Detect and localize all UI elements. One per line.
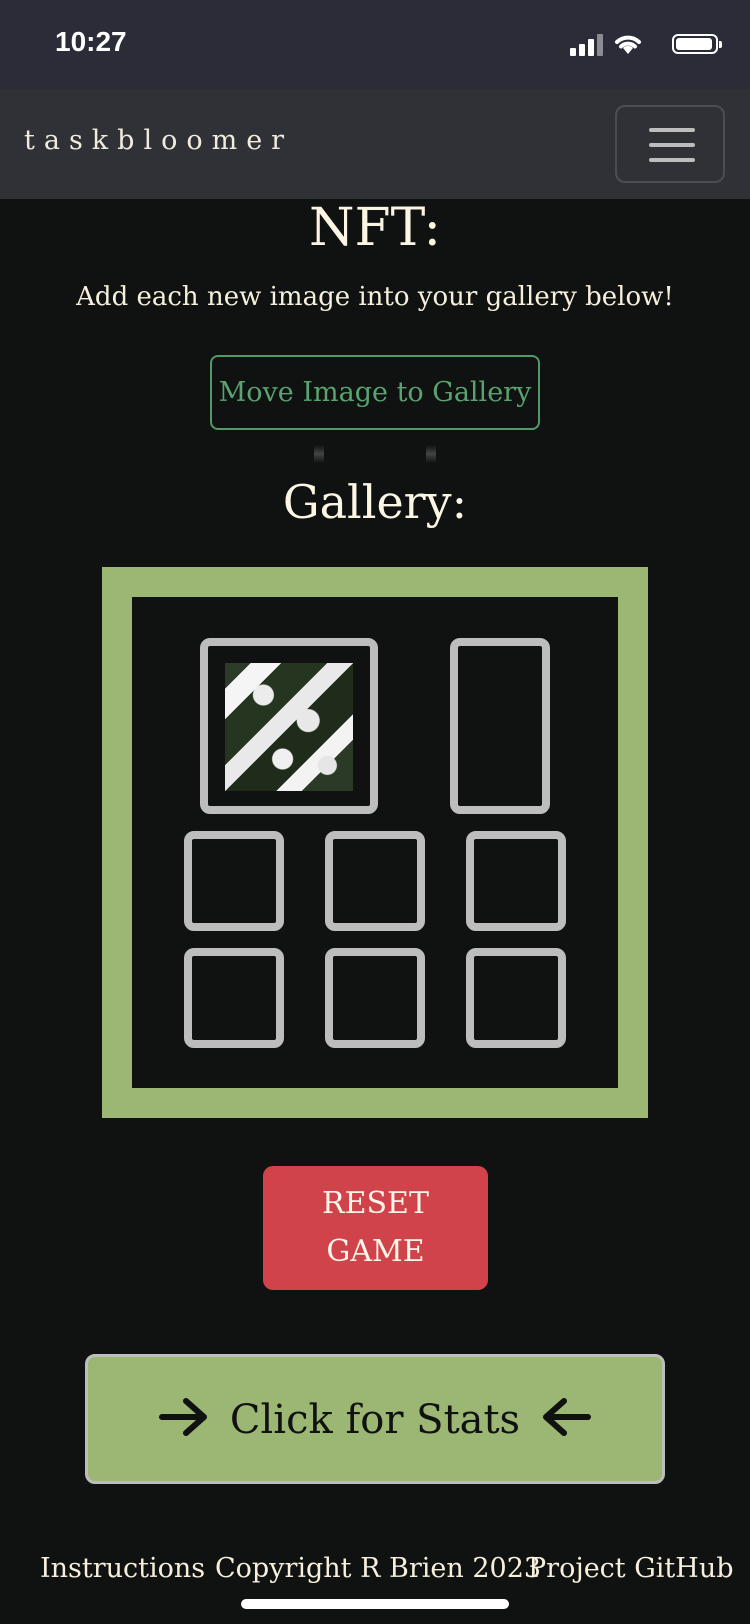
brand-logo[interactable]: taskbloomer <box>24 125 293 156</box>
reset-label-line1: RESET <box>322 1186 429 1221</box>
status-time: 10:27 <box>55 26 127 57</box>
gallery-slot-6[interactable] <box>184 948 284 1048</box>
nft-image <box>225 663 353 791</box>
decorative-mark <box>426 445 436 463</box>
gallery-slot-2[interactable] <box>450 638 550 814</box>
arrow-left-icon <box>543 1398 591 1436</box>
footer-github-link[interactable]: Project GitHub <box>528 1553 734 1584</box>
home-indicator <box>241 1599 509 1609</box>
footer-copyright: Copyright R Brien 2023 <box>215 1553 542 1584</box>
hamburger-icon <box>649 128 695 132</box>
gallery-slot-8[interactable] <box>466 948 566 1048</box>
gallery-frame <box>102 567 648 1118</box>
gallery-slot-1[interactable] <box>200 638 378 814</box>
battery-icon <box>672 34 722 54</box>
reset-game-button[interactable]: RESET GAME <box>263 1166 488 1290</box>
wifi-icon <box>615 35 641 54</box>
gallery-slot-3[interactable] <box>184 831 284 931</box>
click-for-stats-button[interactable]: Click for Stats <box>85 1354 665 1484</box>
gallery-slot-5[interactable] <box>466 831 566 931</box>
gallery-slot-4[interactable] <box>325 831 425 931</box>
move-image-to-gallery-button[interactable]: Move Image to Gallery <box>210 355 540 430</box>
footer-instructions-link[interactable]: Instructions <box>40 1553 205 1584</box>
status-bar: 10:27 <box>0 0 750 89</box>
gallery-title: Gallery: <box>282 475 468 529</box>
gallery-slot-7[interactable] <box>325 948 425 1048</box>
gallery-grid <box>132 597 618 1088</box>
nft-title: NFT: <box>309 198 441 258</box>
cellular-signal-icon <box>570 34 604 56</box>
nft-subtitle: Add each new image into your gallery bel… <box>76 282 674 312</box>
decorative-mark <box>314 445 324 463</box>
reset-label-line2: GAME <box>326 1234 425 1269</box>
menu-toggle-button[interactable] <box>615 105 725 183</box>
